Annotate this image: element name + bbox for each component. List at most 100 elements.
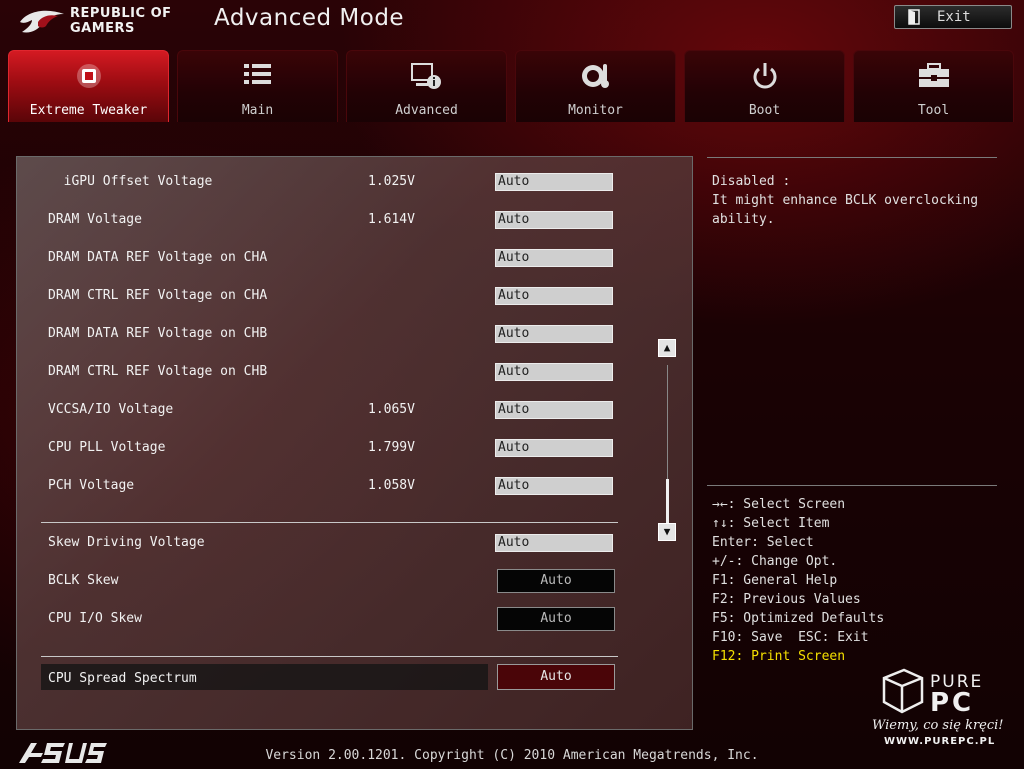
tab-label: Extreme Tweaker — [29, 103, 148, 118]
power-icon — [685, 61, 844, 91]
setting-row-cpu-spread-spectrum[interactable]: CPU Spread Spectrum Auto — [17, 664, 657, 692]
tab-label: Boot — [748, 103, 781, 118]
setting-row-vccsa-io-voltage[interactable]: VCCSA/IO Voltage 1.065V Auto — [17, 399, 657, 423]
tab-label: Advanced — [395, 103, 458, 118]
triangle-down-icon: ▼ — [663, 525, 671, 538]
setting-label: CPU I/O Skew — [48, 611, 142, 626]
settings-panel: iGPU Offset Voltage 1.025V Auto DRAM Vol… — [16, 156, 693, 730]
key-hint: F10: Save ESC: Exit — [712, 630, 869, 645]
setting-input[interactable]: Auto — [495, 401, 613, 419]
toolbox-icon — [854, 61, 1013, 91]
setting-row-pch-voltage[interactable]: PCH Voltage 1.058V Auto — [17, 475, 657, 499]
help-line: Disabled : — [712, 174, 791, 189]
setting-label: CPU Spread Spectrum — [48, 671, 197, 686]
setting-row-dram-voltage[interactable]: DRAM Voltage 1.614V Auto — [17, 209, 657, 233]
tab-label: Main — [241, 103, 274, 118]
scroll-thumb[interactable] — [666, 479, 669, 523]
monitor-gauge-icon — [516, 61, 675, 91]
setting-label: DRAM DATA REF Voltage on CHB — [48, 326, 268, 341]
setting-label: CPU PLL Voltage — [48, 440, 166, 455]
tweaker-icon — [9, 61, 168, 91]
setting-row-cpu-io-skew[interactable]: CPU I/O Skew Auto — [17, 607, 657, 632]
watermark-url: WWW.PUREPC.PL — [884, 736, 996, 747]
mode-title: Advanced Mode — [214, 5, 405, 31]
key-hint: ↑↓: Select Item — [712, 516, 830, 531]
exit-door-icon — [908, 9, 920, 25]
tab-label: Tool — [917, 103, 950, 118]
rog-eye-icon — [20, 10, 64, 33]
setting-row-dram-data-ref-chb[interactable]: DRAM DATA REF Voltage on CHB Auto — [17, 323, 657, 347]
section-divider — [41, 522, 618, 523]
setting-row-bclk-skew[interactable]: BCLK Skew Auto — [17, 569, 657, 594]
key-hint: F5: Optimized Defaults — [712, 611, 885, 626]
setting-input[interactable]: Auto — [495, 534, 613, 552]
top-bar: REPUBLIC OF GAMERS Advanced Mode Exit — [0, 0, 1024, 46]
tab-tool[interactable]: Tool — [853, 50, 1014, 122]
setting-label: BCLK Skew — [48, 573, 119, 588]
setting-option-button[interactable]: Auto — [497, 607, 615, 631]
key-hint: F2: Previous Values — [712, 592, 861, 607]
triangle-up-icon: ▲ — [663, 341, 671, 354]
setting-label: DRAM CTRL REF Voltage on CHB — [48, 364, 268, 379]
key-hint: →←: Select Screen — [712, 497, 846, 512]
brand-line-1: REPUBLIC OF — [70, 6, 172, 21]
tab-boot[interactable]: Boot — [684, 50, 845, 122]
help-line: It might enhance BCLK overclocking — [712, 193, 979, 208]
setting-input[interactable]: Auto — [495, 249, 613, 267]
setting-row-dram-ctrl-ref-chb[interactable]: DRAM CTRL REF Voltage on CHB Auto — [17, 361, 657, 385]
section-divider — [41, 656, 618, 657]
setting-label: DRAM Voltage — [48, 212, 142, 227]
setting-input[interactable]: Auto — [495, 363, 613, 381]
setting-row-skew-driving-voltage[interactable]: Skew Driving Voltage Auto — [17, 532, 657, 556]
rog-logo-text: REPUBLIC OF GAMERS — [70, 6, 172, 36]
setting-label: iGPU Offset Voltage — [48, 174, 213, 189]
key-hint: F1: General Help — [712, 573, 838, 588]
scroll-down-button[interactable]: ▼ — [658, 523, 676, 541]
watermark-slogan: Wiemy, co się kręci! — [872, 718, 1004, 733]
scroll-up-button[interactable]: ▲ — [658, 339, 676, 357]
tab-extreme-tweaker[interactable]: Extreme Tweaker — [8, 50, 169, 122]
key-hint: Enter: Select — [712, 535, 814, 550]
watermark-pc: PC — [930, 688, 975, 718]
setting-input[interactable]: Auto — [495, 325, 613, 343]
exit-button[interactable]: Exit — [894, 5, 1012, 29]
setting-label: PCH Voltage — [48, 478, 135, 493]
advanced-info-icon — [347, 61, 506, 91]
tab-advanced[interactable]: Advanced — [346, 50, 507, 122]
setting-row-cpu-pll-voltage[interactable]: CPU PLL Voltage 1.799V Auto — [17, 437, 657, 461]
key-hint: +/-: Change Opt. — [712, 554, 838, 569]
help-line: ability. — [712, 212, 775, 227]
setting-value: 1.614V — [368, 212, 415, 227]
key-hint-print-screen: F12: Print Screen — [712, 649, 846, 664]
setting-input[interactable]: Auto — [495, 211, 613, 229]
exit-label: Exit — [937, 9, 971, 25]
setting-value: 1.799V — [368, 440, 415, 455]
cube-logo-icon — [882, 668, 924, 714]
setting-input[interactable]: Auto — [495, 439, 613, 457]
setting-row-dram-ctrl-ref-cha[interactable]: DRAM CTRL REF Voltage on CHA Auto — [17, 285, 657, 309]
tab-bar: Extreme Tweaker Main Advanced Monitor Bo… — [8, 50, 1016, 122]
list-icon — [178, 61, 337, 91]
purepc-watermark: PURE PC Wiemy, co się kręci! WWW.PUREPC.… — [870, 668, 1020, 758]
setting-label: DRAM DATA REF Voltage on CHA — [48, 250, 268, 265]
rog-logo: REPUBLIC OF GAMERS — [18, 4, 188, 44]
setting-row-igpu-offset-voltage[interactable]: iGPU Offset Voltage 1.025V Auto — [17, 171, 657, 195]
setting-value: 1.065V — [368, 402, 415, 417]
tab-label: Monitor — [568, 103, 623, 118]
setting-input[interactable]: Auto — [495, 477, 613, 495]
setting-input[interactable]: Auto — [495, 287, 613, 305]
brand-line-2: GAMERS — [70, 21, 135, 36]
setting-label: DRAM CTRL REF Voltage on CHA — [48, 288, 268, 303]
tab-monitor[interactable]: Monitor — [515, 50, 676, 122]
setting-label: Skew Driving Voltage — [48, 535, 205, 550]
setting-input[interactable]: Auto — [495, 173, 613, 191]
help-mid-divider — [707, 485, 997, 486]
setting-option-button[interactable]: Auto — [497, 569, 615, 593]
setting-value: 1.025V — [368, 174, 415, 189]
tab-main[interactable]: Main — [177, 50, 338, 122]
setting-option-button[interactable]: Auto — [497, 664, 615, 690]
setting-row-dram-data-ref-cha[interactable]: DRAM DATA REF Voltage on CHA Auto — [17, 247, 657, 271]
help-top-divider — [707, 157, 997, 158]
help-description: Disabled : It might enhance BCLK overclo… — [712, 172, 1002, 229]
setting-label: VCCSA/IO Voltage — [48, 402, 174, 417]
